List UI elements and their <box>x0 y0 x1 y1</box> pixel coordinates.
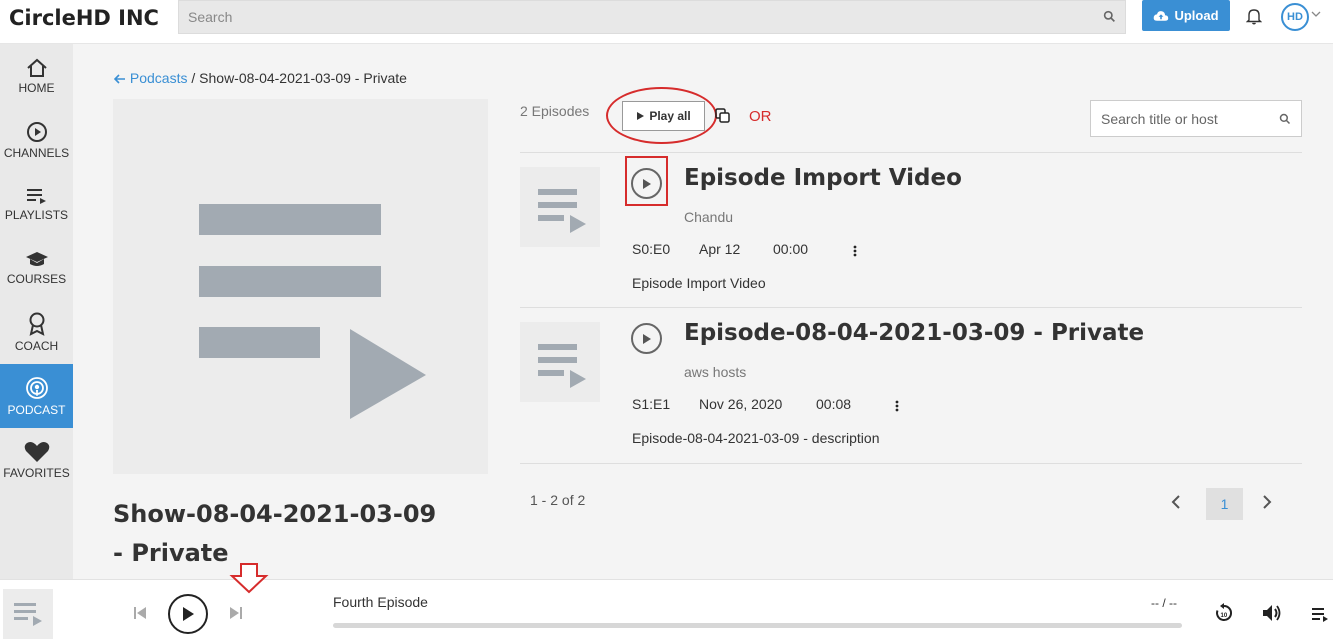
episode-row: Episode Import Video Chandu S0:E0 Apr 12… <box>520 153 1302 308</box>
playback-time: -- / -- <box>1151 596 1177 610</box>
courses-icon <box>25 251 48 266</box>
top-bar: CircleHD INC Upload HD <box>0 0 1333 44</box>
volume-icon[interactable] <box>1262 604 1282 622</box>
page-number-button[interactable]: 1 <box>1206 488 1243 520</box>
episode-title[interactable]: Episode Import Video <box>684 165 962 191</box>
global-search[interactable] <box>178 0 1126 34</box>
avatar[interactable]: HD <box>1281 3 1309 31</box>
episode-search[interactable] <box>1090 100 1302 137</box>
channels-icon <box>26 121 47 142</box>
player-play-button[interactable] <box>168 594 208 634</box>
upload-button[interactable]: Upload <box>1142 0 1230 31</box>
search-icon <box>1103 10 1115 22</box>
sidebar-item-coach[interactable]: COACH <box>0 300 73 364</box>
episode-host: Chandu <box>684 209 734 225</box>
episode-description: Episode-08-04-2021-03-09 - description <box>632 430 880 446</box>
home-icon <box>26 58 47 77</box>
sidebar: HOME CHANNELS PLAYLISTS COURSES COACH PO… <box>0 44 73 579</box>
sidebar-item-label: PLAYLISTS <box>4 207 69 222</box>
progress-bar[interactable] <box>333 623 1182 628</box>
episode-number: S1:E1 <box>632 396 671 412</box>
episode-count: 2 Episodes <box>520 103 590 119</box>
play-all-label: Play all <box>649 109 691 123</box>
copy-icon[interactable] <box>715 108 731 124</box>
podcast-icon <box>25 376 48 399</box>
breadcrumb: Podcasts / Show-08-04-2021-03-09 - Priva… <box>113 70 407 86</box>
sidebar-item-label: CHANNELS <box>3 145 70 160</box>
notification-bell-icon[interactable] <box>1246 7 1262 25</box>
episode-host: aws hosts <box>684 364 747 380</box>
pagination-range: 1 - 2 of 2 <box>530 492 586 508</box>
queue-icon[interactable] <box>1311 606 1329 622</box>
sidebar-item-label: COACH <box>14 338 59 353</box>
more-options-icon[interactable] <box>892 398 902 414</box>
skip-next-icon[interactable] <box>229 606 243 620</box>
svg-text:10: 10 <box>1221 613 1228 619</box>
sidebar-item-label: FAVORITES <box>3 465 70 480</box>
annotation-arrow-icon <box>229 563 269 594</box>
episode-description: Episode Import Video <box>632 275 766 291</box>
play-icon <box>642 333 651 344</box>
breadcrumb-current: Show-08-04-2021-03-09 - Private <box>199 70 407 86</box>
sidebar-item-label: COURSES <box>6 271 67 286</box>
brand-logo[interactable]: CircleHD INC <box>9 6 159 30</box>
more-options-icon[interactable] <box>850 243 860 259</box>
audio-player: Fourth Episode -- / -- 10 <box>0 563 1333 639</box>
play-icon <box>637 112 645 120</box>
chevron-left-icon[interactable] <box>1170 494 1182 510</box>
chevron-down-icon[interactable] <box>1311 10 1321 18</box>
episode-duration: 00:00 <box>773 241 809 257</box>
episode-duration: 00:08 <box>816 396 852 412</box>
coach-icon <box>29 312 44 336</box>
episode-thumbnail <box>520 167 600 247</box>
show-title: Show-08-04-2021-03-09 - Private <box>113 500 437 567</box>
episode-number: S0:E0 <box>632 241 671 257</box>
divider <box>520 463 1302 464</box>
sidebar-item-label: HOME <box>18 80 55 95</box>
search-icon <box>1279 113 1291 125</box>
sidebar-item-label: PODCAST <box>7 402 66 417</box>
episode-row: Episode-08-04-2021-03-09 - Private aws h… <box>520 308 1302 463</box>
sidebar-item-podcast[interactable]: PODCAST <box>0 364 73 428</box>
playlist-placeholder-icon <box>538 189 586 233</box>
playlists-icon <box>26 188 46 204</box>
upload-button-label: Upload <box>1174 8 1219 23</box>
breadcrumb-separator: / <box>191 70 196 86</box>
sidebar-item-favorites[interactable]: FAVORITES <box>0 428 73 492</box>
episode-thumbnail <box>520 322 600 402</box>
sidebar-item-channels[interactable]: CHANNELS <box>0 108 73 172</box>
arrow-left-icon <box>113 74 125 84</box>
global-search-input[interactable] <box>179 1 1079 33</box>
now-playing-title: Fourth Episode <box>333 594 428 610</box>
sidebar-item-playlists[interactable]: PLAYLISTS <box>0 172 73 236</box>
episode-date: Apr 12 <box>699 241 741 257</box>
episode-date: Nov 26, 2020 <box>699 396 783 412</box>
sidebar-item-home[interactable]: HOME <box>0 44 73 108</box>
annotation-or: OR <box>749 108 772 125</box>
episode-play-button[interactable] <box>631 168 662 199</box>
play-icon <box>183 607 194 621</box>
sidebar-item-courses[interactable]: COURSES <box>0 236 73 300</box>
skip-previous-icon[interactable] <box>133 606 147 620</box>
episode-play-button[interactable] <box>631 323 662 354</box>
replay-10-icon[interactable]: 10 <box>1214 603 1234 623</box>
play-all-button[interactable]: Play all <box>622 101 705 131</box>
breadcrumb-back-link[interactable]: Podcasts <box>113 70 191 86</box>
main-content: Podcasts / Show-08-04-2021-03-09 - Priva… <box>73 44 1333 579</box>
playlist-placeholder-icon <box>14 603 42 626</box>
now-playing-artwork <box>3 589 53 639</box>
playlist-placeholder-icon <box>199 204 426 419</box>
episode-search-input[interactable] <box>1091 101 1271 136</box>
show-artwork <box>113 99 488 474</box>
playlist-placeholder-icon <box>538 344 586 388</box>
chevron-right-icon[interactable] <box>1261 494 1273 510</box>
play-icon <box>642 178 651 189</box>
breadcrumb-link-label: Podcasts <box>129 70 188 86</box>
heart-icon <box>24 441 49 462</box>
episode-title[interactable]: Episode-08-04-2021-03-09 - Private <box>684 320 1144 346</box>
cloud-upload-icon <box>1154 10 1169 21</box>
